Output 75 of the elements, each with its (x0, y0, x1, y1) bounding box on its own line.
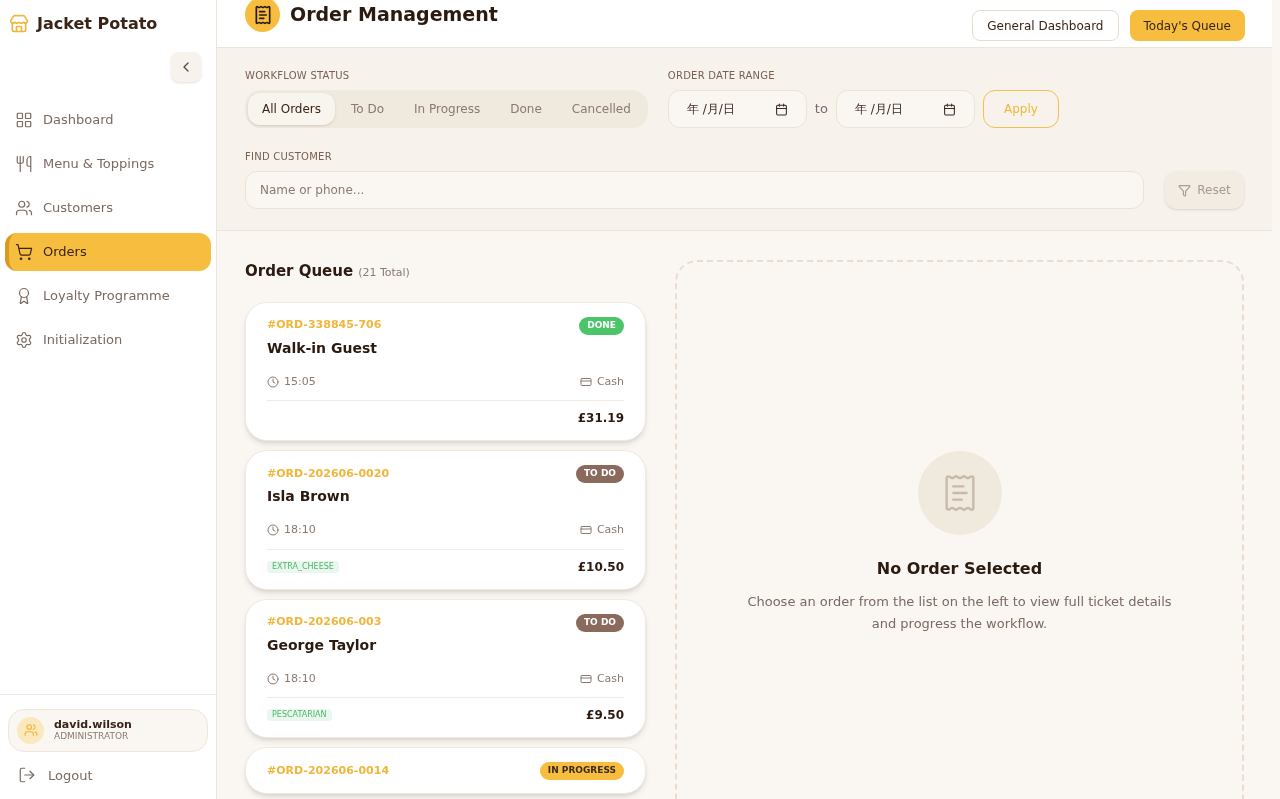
header-button[interactable]: Today's Queue (1129, 10, 1245, 41)
clock-icon (267, 375, 279, 388)
page-title: Order Management (290, 2, 498, 28)
order-total: £10.50 (577, 558, 624, 576)
card-icon (579, 672, 592, 685)
date-field[interactable]: 年 /月/日 (835, 90, 975, 128)
customer-name: Walk-in Guest (267, 338, 378, 358)
payment-method: Cash (596, 670, 624, 687)
filter-label: ORDER DATE RANGE (667, 69, 776, 83)
collapse-button[interactable] (171, 52, 201, 82)
order-time: 18:10 (284, 670, 316, 687)
date-field[interactable]: 年 /月/日 (667, 90, 807, 128)
avatar (17, 716, 44, 744)
store-icon (9, 14, 29, 34)
order-id: #ORD-202606-003 (267, 614, 382, 631)
order-card[interactable]: #ORD-338845-706 DONE Walk-in Guest 15:05 Cash £31.19 (245, 301, 646, 441)
calendar-icon (774, 102, 788, 116)
filter-label: WORKFLOW STATUS (245, 69, 351, 83)
status-tab[interactable]: To Do (337, 93, 399, 125)
order-total: £9.50 (586, 707, 624, 724)
status-badge: IN PROGRESS (539, 762, 624, 780)
order-id: #ORD-338845-706 (267, 317, 382, 334)
nav-item[interactable]: Initialization (5, 321, 211, 359)
cart-icon (15, 243, 33, 261)
topping-tag: EXTRA_CHEESE (267, 560, 339, 573)
order-time: 15:05 (284, 373, 316, 390)
status-badge: DONE (579, 316, 624, 335)
nav-item[interactable]: Menu & Toppings (5, 145, 211, 183)
order-id: #ORD-202606-0014 (267, 762, 390, 779)
payment-method: Cash (596, 373, 624, 390)
customer-search-field[interactable]: Name or phone... (245, 171, 1144, 209)
card-icon (579, 524, 592, 537)
clock-icon (267, 524, 279, 537)
status-tab[interactable]: Done (496, 93, 556, 125)
order-card[interactable]: #ORD-202606-0014 IN PROGRESS (245, 747, 646, 794)
payment-method: Cash (596, 522, 624, 538)
status-tab[interactable]: Cancelled (557, 93, 645, 125)
filter-icon (1178, 183, 1192, 197)
status-badge: TO DO (575, 613, 624, 632)
card-icon (579, 375, 592, 388)
logout-button[interactable]: Logout (18, 765, 93, 785)
customer-name: Isla Brown (267, 487, 351, 506)
calendar-icon (942, 102, 956, 116)
order-total: £31.19 (577, 410, 624, 427)
status-tab[interactable]: In Progress (400, 93, 495, 125)
user-role: ADMINISTRATOR (54, 731, 130, 743)
logout-icon (18, 766, 36, 785)
queue-title: Order Queue (245, 261, 354, 282)
order-card[interactable]: #ORD-202606-0020 TO DO Isla Brown 18:10 Cash EXTRA_CHEESE £10.50 (245, 450, 646, 590)
clock-icon (267, 672, 279, 685)
nav-item[interactable]: Orders (5, 233, 211, 271)
filter-label: FIND CUSTOMER (245, 150, 333, 164)
nav-item[interactable]: Loyalty Programme (5, 277, 211, 315)
nav-item[interactable]: Customers (5, 189, 211, 227)
topping-tag: PESCATARIAN (267, 709, 332, 721)
queue-count: (21 Total) (358, 265, 410, 281)
receipt-badge-icon (245, 0, 280, 32)
order-time: 18:10 (284, 522, 316, 538)
order-id: #ORD-202606-0020 (267, 465, 390, 482)
users-icon (15, 199, 33, 217)
user-name: david.wilson (54, 717, 132, 732)
utensils-icon (15, 155, 33, 173)
grid-icon (15, 111, 33, 129)
settings-icon (15, 331, 33, 349)
customer-name: George Taylor (267, 635, 378, 655)
nav-item[interactable]: Dashboard (5, 101, 211, 139)
brand-name: Jacket Potato (37, 13, 158, 35)
status-badge: TO DO (575, 465, 624, 483)
order-card[interactable]: #ORD-202606-003 TO DO George Taylor 18:10 Cash PESCATARIAN £9.50 (245, 598, 646, 738)
empty-message: Choose an order from the list on the left to view full ticket details and progress the workflow. (746, 593, 1173, 633)
range-separator: to (814, 100, 828, 119)
user-card[interactable]: david.wilson ADMINISTRATOR (8, 708, 208, 752)
header-button[interactable]: General Dashboard (972, 10, 1119, 41)
status-tab[interactable]: All Orders (248, 93, 336, 125)
empty-title: No Order Selected (876, 558, 1043, 580)
